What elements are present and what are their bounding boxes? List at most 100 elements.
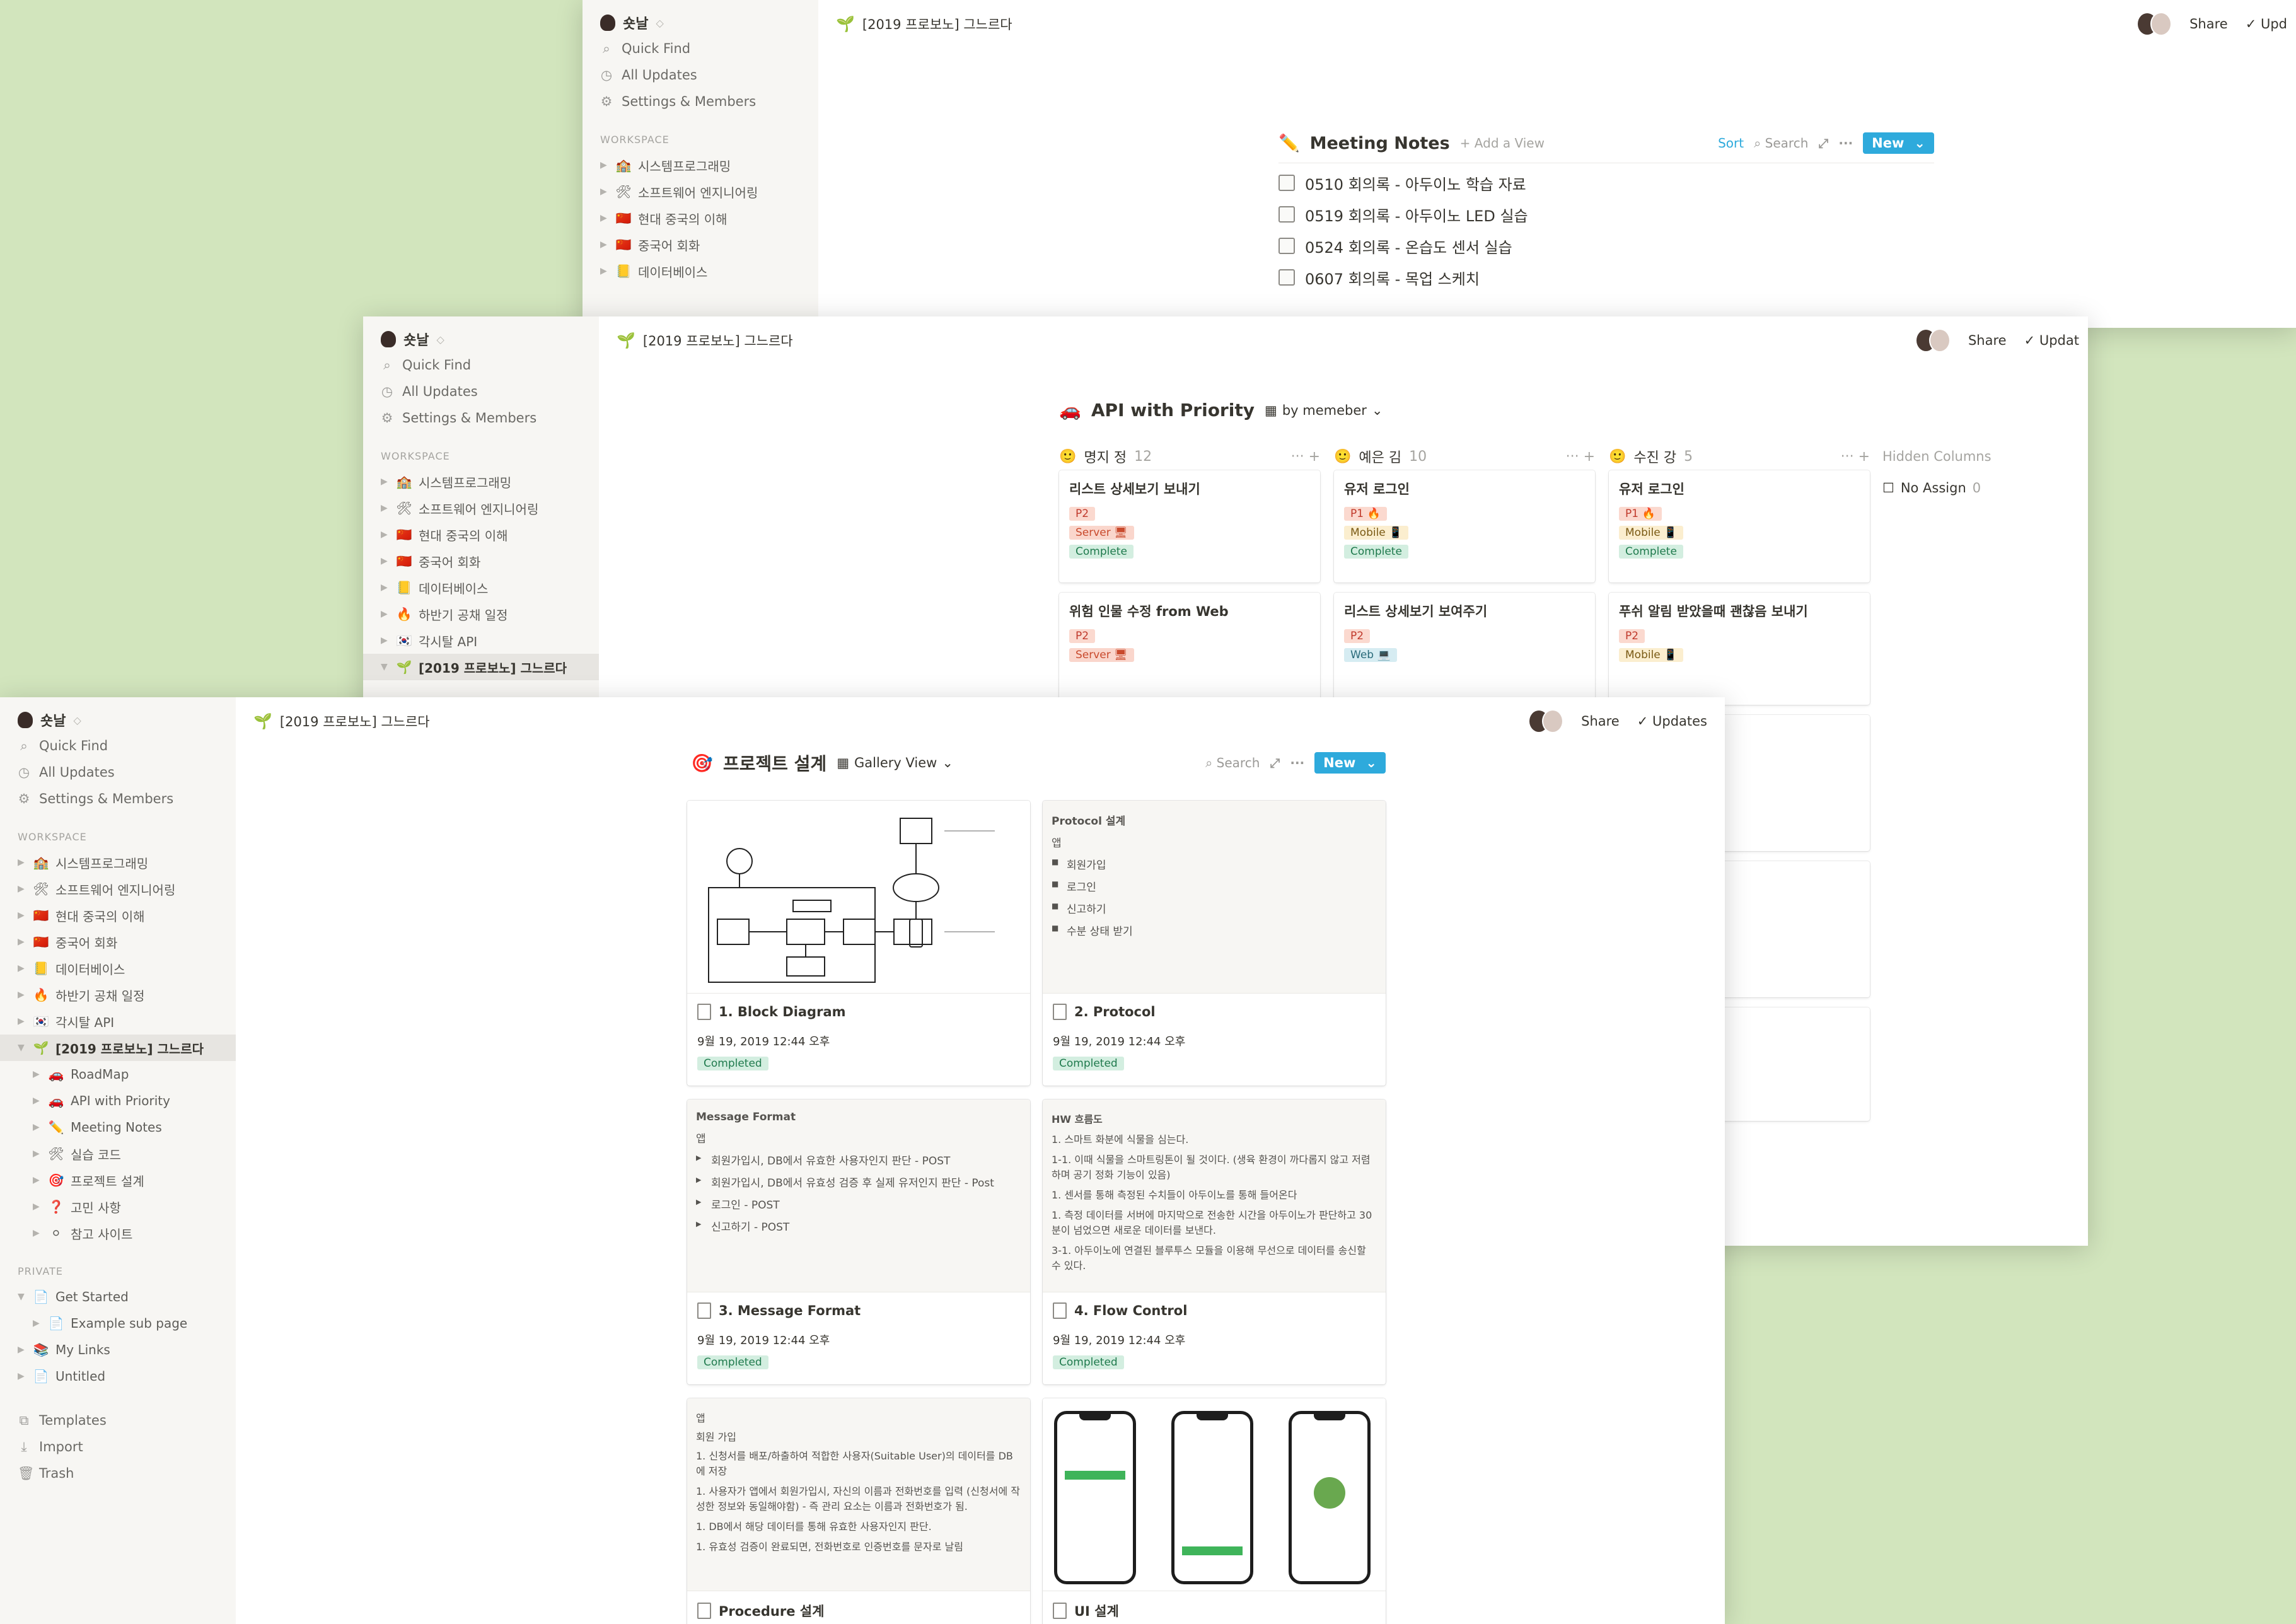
toggle-icon[interactable]: ▼ [381, 662, 390, 672]
toggle-icon[interactable]: ▶ [18, 884, 26, 894]
add-view-button[interactable]: + Add a View [1460, 136, 1545, 151]
toggle-icon[interactable]: ▼ [18, 1043, 26, 1053]
toggle-icon[interactable]: ▶ [381, 583, 390, 593]
chevron-down-icon[interactable]: ⌄ [1365, 755, 1377, 770]
toggle-icon[interactable]: ▶ [381, 556, 390, 566]
toggle-icon[interactable]: ▶ [381, 635, 390, 646]
templates-link[interactable]: ⧉ Templates [0, 1407, 236, 1434]
sidebar-item[interactable]: ▶ 🛠 소프트웨어 엔지니어링 [0, 876, 236, 902]
toggle-icon[interactable]: ▶ [18, 910, 26, 920]
search-button[interactable]: ⌕ Search [1205, 755, 1260, 770]
sidebar-item[interactable]: ▶ 🛠 소프트웨어 엔지니어링 [583, 178, 818, 205]
collaborator-avatars[interactable] [2137, 12, 2172, 36]
more-icon[interactable]: ··· [1290, 755, 1304, 770]
toggle-icon[interactable]: ▼ [18, 1292, 26, 1302]
column-actions[interactable]: ··· + [1841, 449, 1870, 465]
sidebar-item[interactable]: ▶ 🇨🇳 현대 중국의 이해 [0, 902, 236, 929]
updates-button[interactable]: ✓ Updates [1637, 714, 1707, 729]
collaborator-avatars[interactable] [1528, 709, 1564, 733]
toggle-icon[interactable]: ▶ [33, 1149, 42, 1159]
sidebar-item[interactable]: ▶ 🏫 시스템프로그래밍 [0, 849, 236, 876]
toggle-icon[interactable]: ▶ [33, 1228, 42, 1238]
sidebar-item[interactable]: ▶ 🇰🇷 각시탈 API [0, 1008, 236, 1035]
toggle-icon[interactable]: ▶ [18, 1345, 26, 1355]
db-title[interactable]: 프로젝트 설계 [723, 750, 826, 775]
gallery-card[interactable]: 앱 회원 가입 1. 신청서를 배포/하출하여 적합한 사용자(Suitable… [687, 1398, 1030, 1624]
all-updates[interactable]: ◷ All Updates [363, 378, 599, 405]
sidebar-item[interactable]: ▶ 🇨🇳 중국어 회화 [0, 929, 236, 955]
toggle-icon[interactable]: ▶ [600, 213, 609, 223]
sidebar-subitem[interactable]: ▶ 🚗 RoadMap [0, 1061, 236, 1088]
toggle-icon[interactable]: ▶ [33, 1122, 42, 1132]
sidebar-subitem[interactable]: ▶ 🚗 API with Priority [0, 1088, 236, 1114]
all-updates[interactable]: ◷ All Updates [583, 62, 818, 88]
board-card[interactable]: 유저 로그인 P1 🔥 Mobile 📱 Complete [1609, 470, 1870, 583]
sidebar-item[interactable]: ▶ 🇰🇷 각시탈 API [363, 627, 599, 654]
expand-icon[interactable]: ⤢ [1270, 755, 1280, 770]
workspace-switcher[interactable]: 숏날 ◇ [583, 10, 818, 35]
sidebar-subitem[interactable]: ▶ 🛠 실습 코드 [0, 1140, 236, 1167]
toggle-icon[interactable]: ▶ [33, 1096, 42, 1106]
sidebar-subitem[interactable]: ▶ ⚪ 참고 사이트 [0, 1220, 236, 1246]
toggle-icon[interactable]: ▶ [600, 266, 609, 276]
breadcrumb[interactable]: 🌱 [2019 프로보노] 그느르다 [617, 331, 793, 350]
settings-members[interactable]: ⚙ Settings & Members [583, 88, 818, 115]
gallery-card[interactable]: Message Format 앱 회원가입시, DB에서 유효한 사용자인지 판… [687, 1099, 1030, 1384]
settings-members[interactable]: ⚙ Settings & Members [0, 786, 236, 812]
toggle-icon[interactable]: ▶ [381, 503, 390, 513]
no-assign-column[interactable]: ☐ No Assign 0 [1882, 480, 2072, 496]
gallery-card[interactable]: Protocol 설계 앱 회원가입로그인신고하기수분 상태 받기 2. Pro… [1043, 801, 1386, 1086]
sidebar-item-active[interactable]: ▼ 🌱 [2019 프로보노] 그느르다 [363, 654, 599, 680]
sidebar-subitem[interactable]: ▶ 🎯 프로젝트 설계 [0, 1167, 236, 1193]
sidebar-item[interactable]: ▶ 📄 Untitled [0, 1363, 236, 1389]
toggle-icon[interactable]: ▶ [33, 1318, 42, 1328]
toggle-icon[interactable]: ▶ [18, 963, 26, 973]
settings-members[interactable]: ⚙ Settings & Members [363, 405, 599, 431]
quick-find[interactable]: ⌕ Quick Find [583, 35, 818, 62]
all-updates[interactable]: ◷ All Updates [0, 759, 236, 786]
trash-link[interactable]: 🗑 Trash [0, 1460, 236, 1487]
board-card[interactable]: 유저 로그인 P1 🔥 Mobile 📱 Complete [1334, 470, 1595, 583]
toggle-icon[interactable]: ▶ [18, 1016, 26, 1026]
gallery-card[interactable]: 1. Block Diagram 9월 19, 2019 12:44 오후 Comp… [687, 801, 1030, 1086]
share-button[interactable]: Share [1581, 714, 1620, 729]
toggle-icon[interactable]: ▶ [18, 990, 26, 1000]
share-button[interactable]: Share [2189, 16, 2228, 32]
column-actions[interactable]: ··· + [1291, 449, 1320, 465]
breadcrumb[interactable]: 🌱 [2019 프로보노] 그느르다 [253, 712, 430, 731]
toggle-icon[interactable]: ▶ [18, 1371, 26, 1381]
new-button[interactable]: New ⌄ [1863, 132, 1934, 154]
toggle-icon[interactable]: ▶ [33, 1202, 42, 1212]
toggle-icon[interactable]: ▶ [600, 160, 609, 170]
list-item[interactable]: 0524 회의록 - 온습도 센서 실습 [1278, 230, 1934, 262]
sidebar-item[interactable]: ▶ 📒 데이터베이스 [363, 574, 599, 601]
sidebar-item[interactable]: ▶ 🛠 소프트웨어 엔지니어링 [363, 495, 599, 521]
sidebar-item[interactable]: ▶ 🏫 시스템프로그래밍 [583, 152, 818, 178]
db-title[interactable]: Meeting Notes [1310, 134, 1450, 153]
sidebar-subitem[interactable]: ▶ ❓ 고민 사항 [0, 1193, 236, 1220]
sidebar-subitem[interactable]: ▶ ✏️ Meeting Notes [0, 1114, 236, 1140]
list-item[interactable]: 0510 회의록 - 아두이노 학습 자료 [1278, 167, 1934, 199]
sidebar-item[interactable]: ▶ 📚 My Links [0, 1337, 236, 1363]
quick-find[interactable]: ⌕ Quick Find [0, 733, 236, 759]
toggle-icon[interactable]: ▶ [18, 857, 26, 867]
toggle-icon[interactable]: ▶ [381, 609, 390, 619]
toggle-icon[interactable]: ▶ [33, 1069, 42, 1079]
search-button[interactable]: ⌕ Search [1754, 136, 1808, 151]
list-item[interactable]: 0607 회의록 - 목업 스케치 [1278, 262, 1934, 293]
breadcrumb[interactable]: 🌱 [2019 프로보노] 그느르다 [836, 14, 1012, 33]
sort-button[interactable]: Sort [1718, 136, 1744, 151]
list-item[interactable]: 0519 회의록 - 아두이노 LED 실습 [1278, 199, 1934, 230]
sidebar-item[interactable]: ▶ 🏫 시스템프로그래밍 [363, 468, 599, 495]
workspace-switcher[interactable]: 숏날 ◇ [363, 327, 599, 352]
sidebar-item[interactable]: ▶ 🇨🇳 현대 중국의 이해 [583, 205, 818, 231]
sidebar-item[interactable]: ▶ 🇨🇳 중국어 회화 [363, 548, 599, 574]
sidebar-item[interactable]: ▶ 🔥 하반기 공채 일정 [0, 982, 236, 1008]
toggle-icon[interactable]: ▶ [600, 240, 609, 250]
share-button[interactable]: Share [1968, 333, 2007, 348]
new-button[interactable]: New ⌄ [1314, 752, 1386, 774]
toggle-icon[interactable]: ▶ [18, 937, 26, 947]
sidebar-item[interactable]: ▶ 🔥 하반기 공채 일정 [363, 601, 599, 627]
updates-button[interactable]: ✓ Upd [2246, 16, 2287, 32]
import-link[interactable]: ⤓ Import [0, 1434, 236, 1460]
